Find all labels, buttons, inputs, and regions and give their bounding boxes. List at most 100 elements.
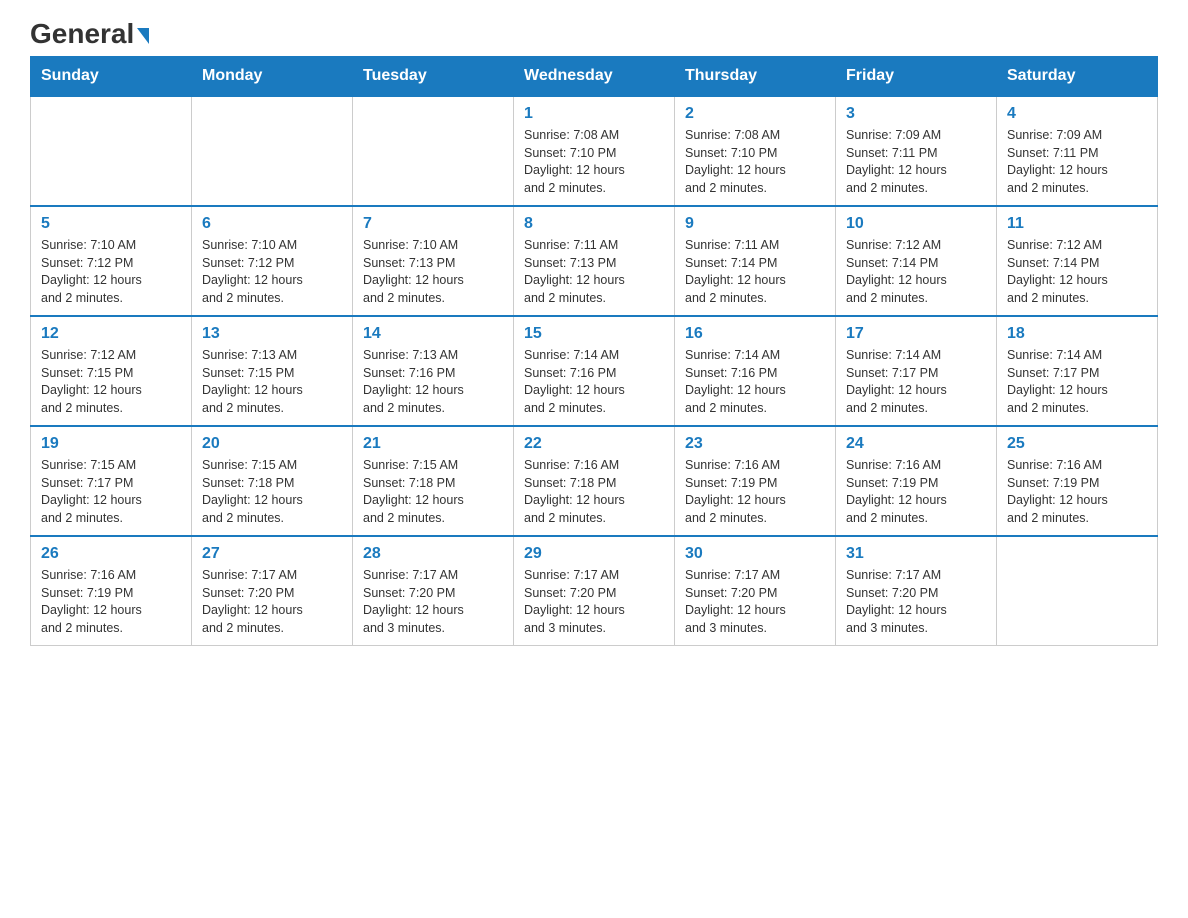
day-number: 4 xyxy=(1007,105,1147,123)
day-number: 6 xyxy=(202,215,342,233)
calendar-cell: 5Sunrise: 7:10 AM Sunset: 7:12 PM Daylig… xyxy=(31,206,192,316)
calendar-cell: 22 Sunrise: 7:16 AM Sunset: 7:18 PM Dayli… xyxy=(514,426,675,536)
day-info: Sunrise: 7:09 AM Sunset: 7:11 PM Dayligh… xyxy=(846,127,986,197)
calendar-week-row: 12 Sunrise: 7:12 AM Sunset: 7:15 PM Dayli… xyxy=(31,316,1158,426)
day-number: 13 xyxy=(202,325,342,343)
calendar-cell: 21 Sunrise: 7:15 AM Sunset: 7:18 PM Dayli… xyxy=(353,426,514,536)
day-info: Sunrise: 7:08 AM Sunset: 7:10 PM Dayligh… xyxy=(524,127,664,197)
day-number: 27 xyxy=(202,545,342,563)
column-header-monday: Monday xyxy=(192,57,353,97)
calendar-cell: 6 Sunrise: 7:10 AM Sunset: 7:12 PM Daylig… xyxy=(192,206,353,316)
day-info: Sunrise: 7:15 AM Sunset: 7:17 PM Dayligh… xyxy=(41,457,181,527)
calendar-cell: 8 Sunrise: 7:11 AM Sunset: 7:13 PM Daylig… xyxy=(514,206,675,316)
calendar-cell: 25 Sunrise: 7:16 AM Sunset: 7:19 PM Dayli… xyxy=(997,426,1158,536)
calendar-cell: 20 Sunrise: 7:15 AM Sunset: 7:18 PM Dayli… xyxy=(192,426,353,536)
day-number: 29 xyxy=(524,545,664,563)
calendar-cell: 12 Sunrise: 7:12 AM Sunset: 7:15 PM Dayli… xyxy=(31,316,192,426)
day-number: 20 xyxy=(202,435,342,453)
calendar-cell: 28Sunrise: 7:17 AM Sunset: 7:20 PM Dayli… xyxy=(353,536,514,646)
logo: General xyxy=(30,20,149,46)
day-number: 31 xyxy=(846,545,986,563)
day-info: Sunrise: 7:17 AM Sunset: 7:20 PM Dayligh… xyxy=(202,567,342,637)
day-info: Sunrise: 7:13 AM Sunset: 7:16 PM Dayligh… xyxy=(363,347,503,417)
day-info: Sunrise: 7:14 AM Sunset: 7:16 PM Dayligh… xyxy=(524,347,664,417)
day-info: Sunrise: 7:16 AM Sunset: 7:19 PM Dayligh… xyxy=(1007,457,1147,527)
calendar-cell: 9 Sunrise: 7:11 AM Sunset: 7:14 PM Daylig… xyxy=(675,206,836,316)
calendar-cell: 1 Sunrise: 7:08 AM Sunset: 7:10 PM Daylig… xyxy=(514,96,675,206)
day-number: 8 xyxy=(524,215,664,233)
day-number: 11 xyxy=(1007,215,1147,233)
column-header-sunday: Sunday xyxy=(31,57,192,97)
day-info: Sunrise: 7:16 AM Sunset: 7:18 PM Dayligh… xyxy=(524,457,664,527)
page-header: General xyxy=(30,20,1158,46)
day-number: 9 xyxy=(685,215,825,233)
calendar-cell xyxy=(353,96,514,206)
calendar-week-row: 5Sunrise: 7:10 AM Sunset: 7:12 PM Daylig… xyxy=(31,206,1158,316)
day-number: 2 xyxy=(685,105,825,123)
day-number: 1 xyxy=(524,105,664,123)
day-info: Sunrise: 7:15 AM Sunset: 7:18 PM Dayligh… xyxy=(202,457,342,527)
day-number: 19 xyxy=(41,435,181,453)
calendar-cell: 4 Sunrise: 7:09 AM Sunset: 7:11 PM Daylig… xyxy=(997,96,1158,206)
day-number: 7 xyxy=(363,215,503,233)
day-number: 15 xyxy=(524,325,664,343)
day-number: 12 xyxy=(41,325,181,343)
calendar-cell xyxy=(31,96,192,206)
column-header-wednesday: Wednesday xyxy=(514,57,675,97)
day-number: 24 xyxy=(846,435,986,453)
day-info: Sunrise: 7:14 AM Sunset: 7:17 PM Dayligh… xyxy=(846,347,986,417)
column-header-tuesday: Tuesday xyxy=(353,57,514,97)
day-info: Sunrise: 7:10 AM Sunset: 7:12 PM Dayligh… xyxy=(202,237,342,307)
day-number: 14 xyxy=(363,325,503,343)
day-info: Sunrise: 7:16 AM Sunset: 7:19 PM Dayligh… xyxy=(41,567,181,637)
day-info: Sunrise: 7:08 AM Sunset: 7:10 PM Dayligh… xyxy=(685,127,825,197)
day-info: Sunrise: 7:15 AM Sunset: 7:18 PM Dayligh… xyxy=(363,457,503,527)
calendar-cell: 10 Sunrise: 7:12 AM Sunset: 7:14 PM Dayli… xyxy=(836,206,997,316)
calendar-cell: 26 Sunrise: 7:16 AM Sunset: 7:19 PM Dayli… xyxy=(31,536,192,646)
calendar-cell: 31 Sunrise: 7:17 AM Sunset: 7:20 PM Dayli… xyxy=(836,536,997,646)
day-info: Sunrise: 7:17 AM Sunset: 7:20 PM Dayligh… xyxy=(524,567,664,637)
calendar-cell xyxy=(997,536,1158,646)
day-number: 21 xyxy=(363,435,503,453)
day-info: Sunrise: 7:17 AM Sunset: 7:20 PM Dayligh… xyxy=(846,567,986,637)
day-info: Sunrise: 7:12 AM Sunset: 7:14 PM Dayligh… xyxy=(846,237,986,307)
day-number: 22 xyxy=(524,435,664,453)
calendar-cell: 18 Sunrise: 7:14 AM Sunset: 7:17 PM Dayli… xyxy=(997,316,1158,426)
calendar-cell: 2 Sunrise: 7:08 AM Sunset: 7:10 PM Daylig… xyxy=(675,96,836,206)
calendar-cell xyxy=(192,96,353,206)
day-number: 23 xyxy=(685,435,825,453)
calendar-cell: 23 Sunrise: 7:16 AM Sunset: 7:19 PM Dayli… xyxy=(675,426,836,536)
calendar-cell: 16Sunrise: 7:14 AM Sunset: 7:16 PM Dayli… xyxy=(675,316,836,426)
calendar-cell: 7 Sunrise: 7:10 AM Sunset: 7:13 PM Daylig… xyxy=(353,206,514,316)
day-info: Sunrise: 7:09 AM Sunset: 7:11 PM Dayligh… xyxy=(1007,127,1147,197)
day-number: 26 xyxy=(41,545,181,563)
day-info: Sunrise: 7:12 AM Sunset: 7:14 PM Dayligh… xyxy=(1007,237,1147,307)
calendar-week-row: 1 Sunrise: 7:08 AM Sunset: 7:10 PM Daylig… xyxy=(31,96,1158,206)
day-info: Sunrise: 7:16 AM Sunset: 7:19 PM Dayligh… xyxy=(685,457,825,527)
calendar-header-row: SundayMondayTuesdayWednesdayThursdayFrid… xyxy=(31,57,1158,97)
calendar-cell: 15 Sunrise: 7:14 AM Sunset: 7:16 PM Dayli… xyxy=(514,316,675,426)
day-info: Sunrise: 7:17 AM Sunset: 7:20 PM Dayligh… xyxy=(685,567,825,637)
day-info: Sunrise: 7:10 AM Sunset: 7:13 PM Dayligh… xyxy=(363,237,503,307)
calendar-cell: 14 Sunrise: 7:13 AM Sunset: 7:16 PM Dayli… xyxy=(353,316,514,426)
day-number: 25 xyxy=(1007,435,1147,453)
calendar-table: SundayMondayTuesdayWednesdayThursdayFrid… xyxy=(30,56,1158,646)
calendar-cell: 13 Sunrise: 7:13 AM Sunset: 7:15 PM Dayli… xyxy=(192,316,353,426)
day-info: Sunrise: 7:14 AM Sunset: 7:16 PM Dayligh… xyxy=(685,347,825,417)
calendar-cell: 11 Sunrise: 7:12 AM Sunset: 7:14 PM Dayli… xyxy=(997,206,1158,316)
day-info: Sunrise: 7:14 AM Sunset: 7:17 PM Dayligh… xyxy=(1007,347,1147,417)
day-info: Sunrise: 7:12 AM Sunset: 7:15 PM Dayligh… xyxy=(41,347,181,417)
calendar-cell: 17 Sunrise: 7:14 AM Sunset: 7:17 PM Dayli… xyxy=(836,316,997,426)
day-number: 30 xyxy=(685,545,825,563)
day-info: Sunrise: 7:11 AM Sunset: 7:14 PM Dayligh… xyxy=(685,237,825,307)
day-info: Sunrise: 7:11 AM Sunset: 7:13 PM Dayligh… xyxy=(524,237,664,307)
day-number: 10 xyxy=(846,215,986,233)
day-info: Sunrise: 7:16 AM Sunset: 7:19 PM Dayligh… xyxy=(846,457,986,527)
day-number: 17 xyxy=(846,325,986,343)
calendar-cell: 30 Sunrise: 7:17 AM Sunset: 7:20 PM Dayli… xyxy=(675,536,836,646)
day-info: Sunrise: 7:13 AM Sunset: 7:15 PM Dayligh… xyxy=(202,347,342,417)
day-number: 18 xyxy=(1007,325,1147,343)
day-number: 3 xyxy=(846,105,986,123)
column-header-friday: Friday xyxy=(836,57,997,97)
calendar-cell: 24 Sunrise: 7:16 AM Sunset: 7:19 PM Dayli… xyxy=(836,426,997,536)
